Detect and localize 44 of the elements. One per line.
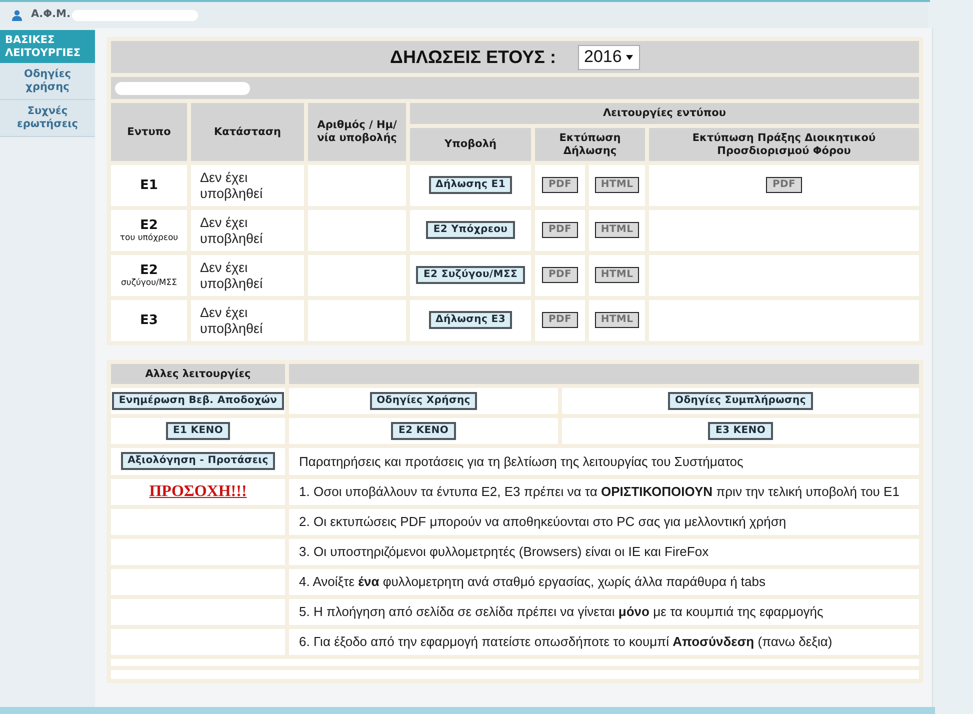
table-cell: Δεν έχει υποβληθεί <box>191 165 304 206</box>
action-button[interactable]: Ε3 ΚΕΝΟ <box>708 422 773 440</box>
column-header: Αριθμός / Ημ/νία υποβολής <box>308 103 406 161</box>
form-note: συζύγου/ΜΣΣ <box>120 278 178 288</box>
action-button[interactable]: Ενημέρωση Βεβ. Αποδοχών <box>112 392 284 410</box>
column-header: Υποβολή <box>410 128 531 161</box>
column-header: Αλλες λειτουργίες <box>111 364 285 384</box>
submit-button[interactable]: Ε2 Υπόχρεου <box>426 221 515 240</box>
caret-icon <box>626 54 633 60</box>
table-cell: Δεν έχει υποβληθεί <box>191 210 304 251</box>
form-code: Ε2 <box>139 263 159 278</box>
action-button[interactable]: Ε2 ΚΕΝΟ <box>391 422 456 440</box>
column-header: Εντυπο <box>111 103 187 161</box>
note-cell: 5. Η πλοήγηση από σελίδα σε σελίδα πρέπει να γίνεται μόνο με τα κουμπιά της εφαρμογής <box>289 599 919 625</box>
action-button[interactable]: Οδηγίες Χρήσης <box>370 392 478 410</box>
afm-label: Α.Φ.Μ. <box>31 7 70 22</box>
table-cell: ΠΡΟΣΟΧΗ!!! <box>111 479 285 505</box>
action-button[interactable]: Οδηγίες Συμπλήρωσης <box>668 392 813 410</box>
action-button[interactable]: Ε1 ΚΕΝΟ <box>166 422 230 440</box>
table-cell: Δεν έχει υποβληθεί <box>191 300 304 341</box>
note-cell: 3. Οι υποστηριζόμενοι φυλλομετρητές (Browsers) είναι οι ΙΕ και FireFox <box>289 539 919 565</box>
column-header: Εκτύπωση Δήλωσης <box>535 128 645 161</box>
column-header: Λειτουργίες εντύπου <box>410 103 919 124</box>
year-select[interactable]: 2016 <box>578 44 640 70</box>
note-cell: 4. Ανοίξτε ένα φυλλομετρητη ανά σταθμό εργασίας, χωρίς άλλα παράθυρα ή tabs <box>289 569 919 595</box>
sidebar-item[interactable]: Οδηγίες χρήσης <box>0 63 95 100</box>
submit-button[interactable]: Δήλωσης Ε1 <box>428 176 512 194</box>
column-header: Εκτύπωση Πράξης Διοικητικού Προσδιορισμού Φόρου <box>649 128 919 161</box>
note-cell: 2. Οι εκτυπώσεις PDF μπορούν να αποθηκεύονται στο PC σας για μελλοντική χρήση <box>289 509 919 535</box>
page-title: ΔΗΛΩΣΕΙΣ ΕΤΟΥΣ : <box>390 46 556 68</box>
note-cell: 1. Οσοι υποβάλλουν τα έντυπα Ε2, Ε3 πρέπει να τα ΟΡΙΣΤΙΚΟΠΟΙΟΥΝ πριν την τελική υποβολή του Ε1 <box>289 479 919 505</box>
form-code: Ε1 <box>139 178 159 193</box>
form-note: του υπόχρεου <box>118 233 180 243</box>
form-code: Ε2 <box>139 218 159 233</box>
action-button[interactable]: Αξιολόγηση - Προτάσεις <box>120 452 276 470</box>
user-icon <box>12 10 22 20</box>
note-cell: Παρατηρήσεις και προτάσεις για τη βελτίωση της λειτουργίας του Συστήματος <box>289 448 919 475</box>
table-cell: Δεν έχει υποβληθεί <box>191 255 304 296</box>
column-header: Κατάσταση <box>191 103 304 161</box>
submit-button[interactable]: Ε2 Συζύγου/ΜΣΣ <box>416 266 525 284</box>
note-cell: 6. Για έξοδο από την εφαρμογή πατείστε οπωσδήποτε το κουμπί Αποσύνδεση (πανω δεξια) <box>289 629 919 655</box>
submit-button[interactable]: Δήλωσης Ε3 <box>428 311 512 330</box>
form-code: Ε3 <box>139 313 159 328</box>
sidebar-item[interactable]: Συχνές ερωτήσεις <box>0 100 95 137</box>
